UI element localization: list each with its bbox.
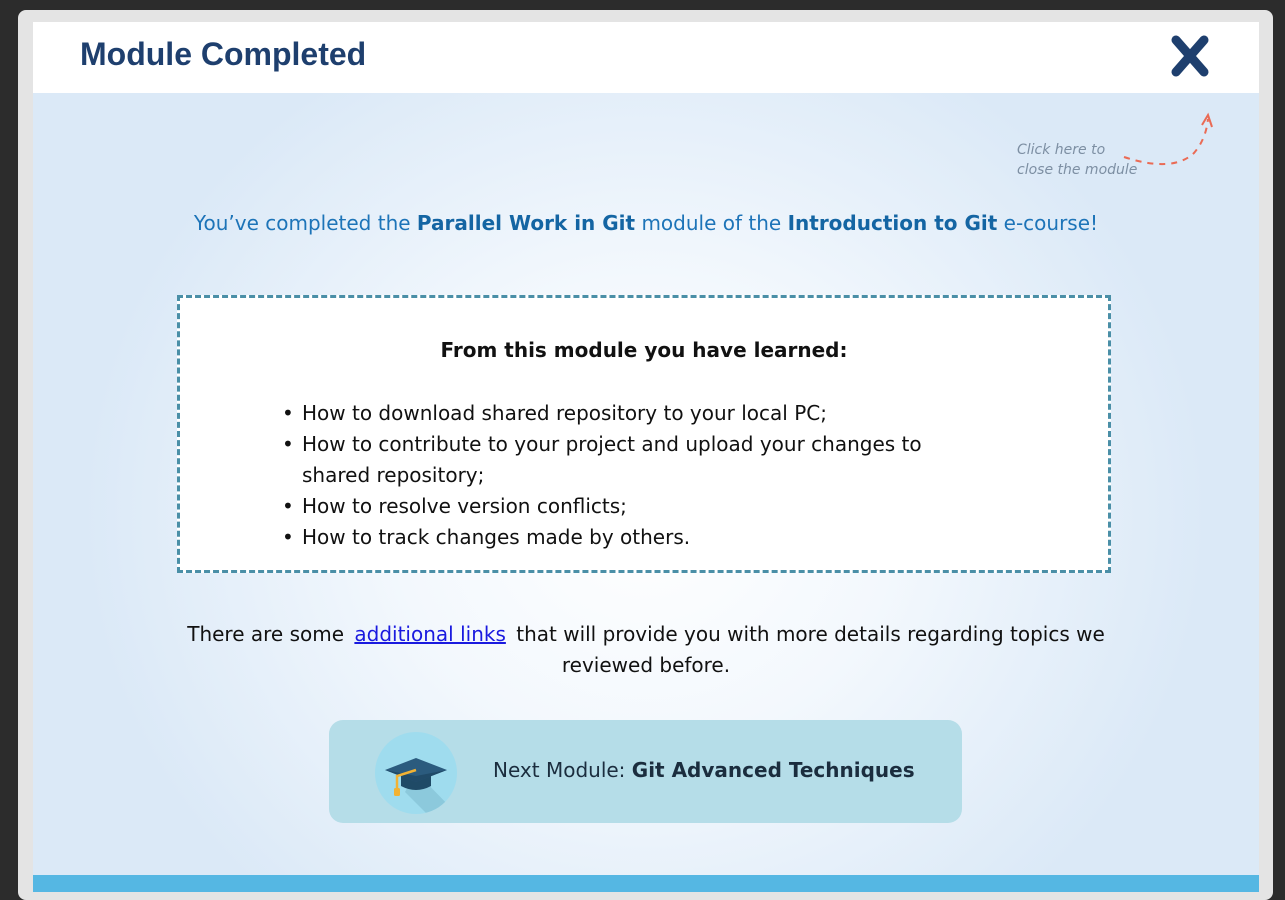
additional-links-link[interactable]: additional links xyxy=(354,622,505,646)
next-module-prefix: Next Module: xyxy=(493,758,632,782)
completion-message: You’ve completed the Parallel Work in Gi… xyxy=(33,211,1259,235)
hint-arrow-icon xyxy=(1123,112,1213,166)
course-name: Introduction to Git xyxy=(787,211,998,235)
module-completed-dialog: Module Completed Click here to close the… xyxy=(33,22,1259,892)
next-module-button[interactable]: Next Module: Git Advanced Techniques xyxy=(329,720,962,823)
bottom-bar xyxy=(33,875,1259,892)
module-name: Parallel Work in Git xyxy=(416,211,636,235)
learned-item: How to track changes made by others. xyxy=(282,522,982,553)
dialog-content: Click here to close the module You’ve co… xyxy=(33,93,1259,892)
completion-middle: module of the xyxy=(635,211,788,235)
learned-list: How to download shared repository to you… xyxy=(282,398,982,553)
learned-item: How to contribute to your project and up… xyxy=(282,429,982,491)
next-module-label: Next Module: Git Advanced Techniques xyxy=(493,758,915,782)
completion-suffix: e-course! xyxy=(997,211,1099,235)
more-prefix: There are some xyxy=(187,622,345,646)
next-module-name: Git Advanced Techniques xyxy=(631,758,915,782)
dialog-header: Module Completed xyxy=(33,22,1259,93)
learned-summary-box: From this module you have learned: How t… xyxy=(177,295,1111,573)
more-suffix: that will provide you with more details … xyxy=(516,622,1105,677)
graduation-cap-icon xyxy=(375,732,457,814)
browser-top-strip xyxy=(0,0,1285,10)
learned-item: How to resolve version conflicts; xyxy=(282,491,982,522)
close-button[interactable] xyxy=(1165,32,1215,82)
additional-links-text: There are some additional links that wil… xyxy=(153,619,1139,681)
close-x-icon xyxy=(1171,35,1209,77)
dialog-title: Module Completed xyxy=(80,36,367,72)
completion-prefix: You’ve completed the xyxy=(193,211,417,235)
learned-title: From this module you have learned: xyxy=(440,338,848,362)
learned-item: How to download shared repository to you… xyxy=(282,398,982,429)
